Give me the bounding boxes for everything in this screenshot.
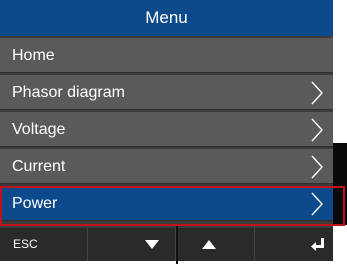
up-softkey[interactable] <box>176 228 255 261</box>
menu-item-label: Current <box>12 158 66 175</box>
esc-softkey[interactable]: ESC <box>0 228 88 261</box>
chevron-right-icon <box>309 154 325 180</box>
triangle-down-icon <box>145 240 159 249</box>
menu-item-phasor-diagram[interactable]: Phasor diagram <box>0 75 333 110</box>
menu-item-label: Voltage <box>12 121 66 138</box>
enter-return-icon <box>311 238 325 251</box>
menu-item-voltage[interactable]: Voltage <box>0 112 333 147</box>
menu-item-home[interactable]: Home <box>0 38 333 73</box>
menu-item-label: Home <box>12 47 55 64</box>
softkey-bar: ESC <box>0 228 333 261</box>
callout-leader-line <box>176 226 178 264</box>
menu-title: Menu <box>145 8 188 27</box>
enter-softkey[interactable] <box>255 228 333 261</box>
menu-item-power[interactable]: Power <box>0 186 333 221</box>
side-panel-edge <box>333 143 347 225</box>
menu-item-label: Phasor diagram <box>12 84 125 101</box>
chevron-right-icon <box>309 117 325 143</box>
triangle-up-icon <box>202 240 216 249</box>
menu-item-current[interactable]: Current <box>0 149 333 184</box>
device-screen: Menu Home Phasor diagram Voltage Current… <box>0 0 333 261</box>
esc-label: ESC <box>13 237 38 251</box>
chevron-right-icon <box>309 191 325 217</box>
menu-titlebar: Menu <box>0 0 333 36</box>
chevron-right-icon <box>309 80 325 106</box>
menu-item-label: Power <box>12 195 58 212</box>
down-softkey[interactable] <box>88 228 176 261</box>
